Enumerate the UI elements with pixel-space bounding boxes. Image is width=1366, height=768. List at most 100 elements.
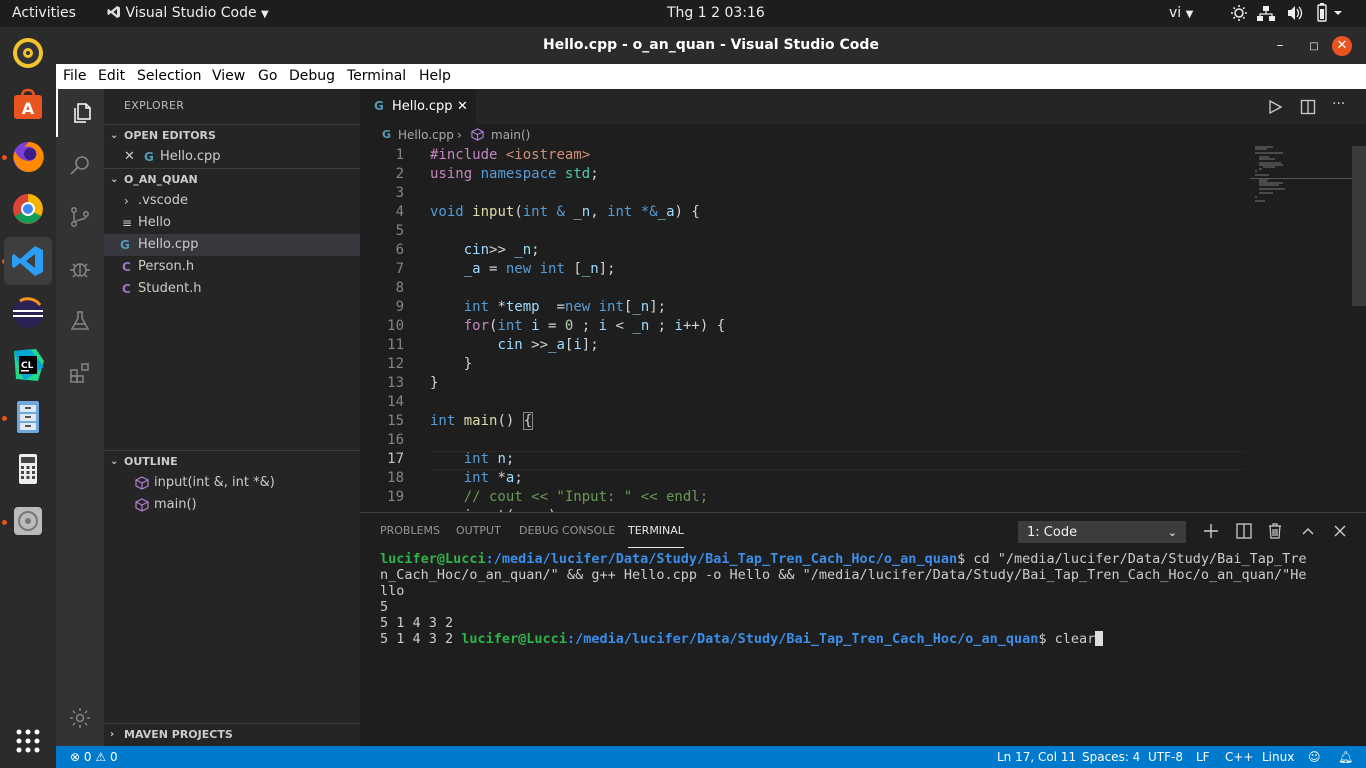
clock[interactable]: Thg 1 2 03:16 bbox=[667, 0, 765, 27]
encoding[interactable]: UTF-8 bbox=[1148, 746, 1183, 768]
indentation[interactable]: Spaces: 4 bbox=[1082, 746, 1140, 768]
menu-view[interactable]: View bbox=[212, 64, 245, 89]
menu-selection[interactable]: Selection bbox=[137, 64, 202, 89]
terminal-select[interactable]: 1: Code ⌄ bbox=[1018, 521, 1186, 543]
show-applications-button[interactable] bbox=[4, 717, 52, 765]
tab-output[interactable]: OUTPUT bbox=[456, 513, 501, 548]
tab-problems[interactable]: PROBLEMS bbox=[380, 513, 440, 548]
code-line: } bbox=[430, 375, 439, 391]
activity-test[interactable] bbox=[56, 297, 104, 345]
menu-help[interactable]: Help bbox=[419, 64, 451, 89]
file-item-hello-cpp[interactable]: G Hello.cpp bbox=[104, 234, 360, 256]
line-number: 4 bbox=[395, 204, 404, 220]
dock-disks[interactable] bbox=[4, 497, 52, 545]
more-actions-icon[interactable]: ··· bbox=[1332, 96, 1345, 112]
maven-projects-section[interactable]: › MAVEN PROJECTS bbox=[104, 723, 360, 745]
feedback-smiley-icon[interactable]: ☺ bbox=[1308, 746, 1321, 768]
chevron-right-icon: › bbox=[457, 128, 462, 142]
activity-extensions[interactable] bbox=[56, 349, 104, 397]
end-of-line[interactable]: LF bbox=[1196, 746, 1210, 768]
tab-hello-cpp[interactable]: G Hello.cpp ✕ bbox=[360, 89, 476, 124]
close-icon[interactable]: ✕ bbox=[457, 89, 468, 124]
chevron-down-icon: ⌄ bbox=[110, 174, 119, 185]
vscode-small-icon bbox=[107, 6, 120, 18]
dock-calculator[interactable] bbox=[4, 445, 52, 493]
bell-icon[interactable]: 🔔︎ bbox=[1338, 746, 1353, 768]
problems-status[interactable]: ⊗ 0 ⚠ 0 bbox=[70, 746, 118, 768]
dock-chrome[interactable] bbox=[4, 185, 52, 233]
dock-clion[interactable]: CL bbox=[4, 341, 52, 389]
extensions-icon bbox=[70, 363, 89, 383]
file-item-person-h[interactable]: C Person.h bbox=[104, 256, 360, 278]
activity-search[interactable] bbox=[56, 141, 104, 189]
breadcrumb-file[interactable]: Hello.cpp bbox=[398, 124, 454, 146]
chrome-icon bbox=[13, 194, 43, 224]
disk-icon bbox=[14, 507, 42, 535]
activity-manage[interactable] bbox=[56, 694, 104, 742]
menu-go[interactable]: Go bbox=[258, 64, 277, 89]
close-panel-icon[interactable] bbox=[1330, 521, 1350, 541]
input-language[interactable]: vi ▼ bbox=[1169, 0, 1193, 27]
os-indicator[interactable]: Linux bbox=[1262, 746, 1294, 768]
file-item-hello[interactable]: ≡ Hello bbox=[104, 212, 360, 234]
system-tray[interactable] bbox=[1230, 0, 1366, 27]
line-number: 3 bbox=[395, 185, 404, 201]
open-editor-item[interactable]: ✕ G Hello.cpp bbox=[104, 146, 360, 168]
code-line: } bbox=[430, 356, 473, 372]
close-button[interactable]: ✕ bbox=[1332, 36, 1352, 56]
breadcrumb-symbol[interactable]: main() bbox=[491, 124, 530, 146]
activities-button[interactable]: Activities bbox=[12, 0, 76, 27]
dock-firefox[interactable] bbox=[4, 133, 52, 181]
minimap[interactable] bbox=[1250, 146, 1352, 206]
line-number: 11 bbox=[387, 337, 404, 353]
dock-software-center[interactable]: A bbox=[4, 81, 52, 129]
files-cabinet-icon bbox=[17, 401, 39, 433]
activity-debug[interactable] bbox=[56, 245, 104, 293]
cursor-position[interactable]: Ln 17, Col 11 bbox=[997, 746, 1076, 768]
error-count: 0 bbox=[83, 750, 92, 764]
code-editor[interactable]: 1 #include <iostream> 2 using namespace … bbox=[360, 146, 1366, 512]
split-terminal-icon[interactable] bbox=[1234, 521, 1254, 541]
terminal-line: 5 bbox=[380, 599, 389, 615]
outline-item[interactable]: input(int &, int *&) bbox=[104, 472, 360, 494]
open-editors-section[interactable]: ⌄ OPEN EDITORS bbox=[104, 124, 360, 146]
activity-source-control[interactable] bbox=[56, 193, 104, 241]
dock-files[interactable] bbox=[4, 393, 52, 441]
file-item-vscode[interactable]: › .vscode bbox=[104, 190, 360, 212]
maximize-button[interactable]: □ bbox=[1304, 36, 1324, 56]
menu-file[interactable]: File bbox=[63, 64, 86, 89]
tab-terminal[interactable]: TERMINAL bbox=[628, 513, 684, 548]
run-icon[interactable] bbox=[1267, 99, 1283, 115]
menu-terminal[interactable]: Terminal bbox=[347, 64, 406, 89]
cpp-file-icon: G bbox=[374, 99, 384, 113]
editor-scrollbar[interactable] bbox=[1352, 146, 1366, 306]
terminal-output[interactable]: lucifer@Lucci:/media/lucifer/Data/Study/… bbox=[380, 551, 1307, 647]
outline-section[interactable]: ⌄ OUTLINE bbox=[104, 450, 360, 472]
tab-debug-console[interactable]: DEBUG CONSOLE bbox=[519, 513, 615, 548]
dock-eclipse[interactable] bbox=[4, 289, 52, 337]
activity-explorer[interactable] bbox=[56, 89, 104, 137]
new-terminal-icon[interactable] bbox=[1201, 521, 1221, 541]
system-top-bar: Activities Visual Studio Code ▼ Thg 1 2 … bbox=[0, 0, 1366, 27]
file-name: Hello bbox=[138, 215, 171, 230]
app-menu[interactable]: Visual Studio Code ▼ bbox=[107, 0, 269, 27]
menu-edit[interactable]: Edit bbox=[98, 64, 125, 89]
prompt-user: lucifer@Lucci bbox=[380, 551, 486, 567]
trash-icon[interactable] bbox=[1265, 521, 1285, 541]
code-line: // cout << "Input: " << endl; bbox=[463, 489, 709, 505]
language-mode[interactable]: C++ bbox=[1225, 746, 1254, 768]
split-editor-icon[interactable] bbox=[1300, 99, 1316, 115]
window-title-bar[interactable]: Hello.cpp - o_an_quan - Visual Studio Co… bbox=[56, 27, 1366, 64]
file-item-student-h[interactable]: C Student.h bbox=[104, 278, 360, 300]
dock-vscode[interactable] bbox=[4, 237, 52, 285]
close-icon[interactable]: ✕ bbox=[124, 146, 135, 168]
line-number: 5 bbox=[395, 223, 404, 239]
outline-item[interactable]: main() bbox=[104, 494, 360, 516]
dock-rhythmbox[interactable] bbox=[4, 29, 52, 77]
folder-section[interactable]: ⌄ O_AN_QUAN bbox=[104, 168, 360, 190]
code-line: cin>> _n; bbox=[463, 242, 540, 258]
line-number: 13 bbox=[387, 375, 404, 391]
menu-debug[interactable]: Debug bbox=[289, 64, 335, 89]
minimize-button[interactable]: – bbox=[1270, 36, 1290, 56]
chevron-up-icon[interactable] bbox=[1298, 521, 1318, 541]
